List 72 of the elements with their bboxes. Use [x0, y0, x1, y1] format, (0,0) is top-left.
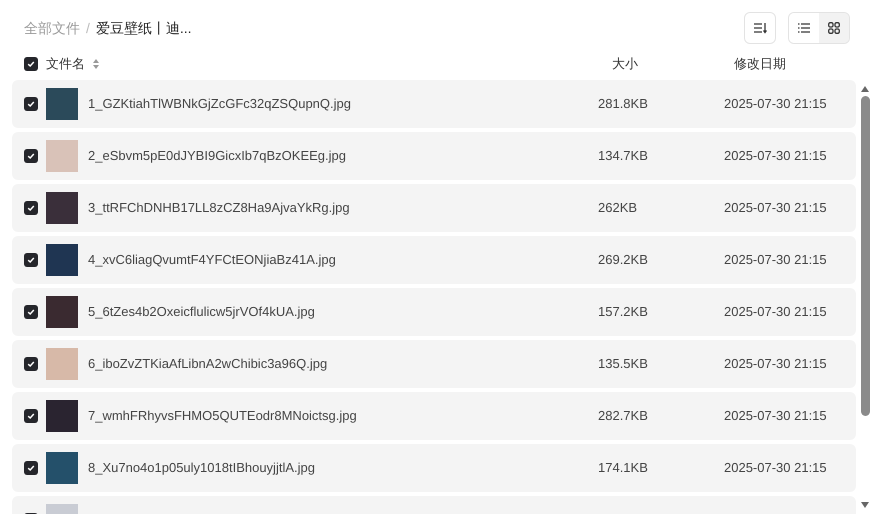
- list-icon: [798, 23, 810, 33]
- check-icon: [27, 256, 35, 264]
- modified-date: 2025-07-30 21:15: [724, 251, 827, 270]
- file-name: 5_6tZes4b2Oxeicflulicw5jrVOf4kUA.jpg: [88, 304, 315, 320]
- file-row[interactable]: 2_eSbvm5pE0dJYBI9GicxIb7qBzOKEEg.jpg 134.7KB 2025-07-30 21:15: [12, 132, 856, 180]
- modified-date: 2025-07-30 21:15: [724, 407, 827, 426]
- photo-placeholder: [46, 88, 78, 120]
- column-header[interactable]: 文件名: [46, 54, 85, 74]
- file-size: 135.5KB: [598, 356, 648, 372]
- modified-date: 2025-07-30 21:15: [724, 459, 827, 478]
- sort-icon: [753, 22, 767, 34]
- photo-placeholder: [46, 140, 78, 172]
- check-icon: [27, 412, 35, 420]
- scrollbar-thumb[interactable]: [860, 96, 870, 416]
- file-name: 2_eSbvm5pE0dJYBI9GicxIb7qBzOKEEg.jpg: [88, 148, 346, 164]
- check-icon: [27, 360, 35, 368]
- breadcrumb-separator: /: [86, 18, 90, 38]
- check-icon: [27, 204, 35, 212]
- file-row[interactable]: 5_6tZes4b2Oxeicflulicw5jrVOf4kUA.jpg 157.2KB 2025-07-30 21:15: [12, 288, 856, 336]
- modified-date: 2025-07-30 21:15: [724, 147, 827, 166]
- checkbox[interactable]: [24, 305, 38, 319]
- file-size: 174.1KB: [598, 460, 648, 476]
- scroll-down-icon: [861, 502, 869, 508]
- sort-arrows-icon: [93, 59, 99, 69]
- photo-placeholder: [46, 244, 78, 276]
- modified-date: 2025-07-30 21:15: [724, 95, 827, 114]
- checkbox[interactable]: [24, 149, 38, 163]
- file-row[interactable]: 6_iboZvZTKiaAfLibnA2wChibic3a96Q.jpg 135.5KB 2025-07-30 21:15: [12, 340, 856, 388]
- breadcrumb-link[interactable]: 爱豆壁纸丨迪...: [96, 18, 192, 38]
- file-row[interactable]: 3_ttRFChDNHB17LL8zCZ8Ha9AjvaYkRg.jpg 262KB 2025-07-30 21:15: [12, 184, 856, 232]
- photo-placeholder: [46, 296, 78, 328]
- checkbox[interactable]: [24, 461, 38, 475]
- photo-placeholder: [46, 348, 78, 380]
- file-size: 269.2KB: [598, 252, 648, 268]
- file-size: 134.7KB: [598, 148, 648, 164]
- checkbox[interactable]: [24, 57, 38, 71]
- file-name: 4_xvC6liagQvumtF4YFCtEONjiaBz41A.jpg: [88, 252, 336, 268]
- file-name: 1_GZKtiahTlWBNkGjZcGFc32qZSQupnQ.jpg: [88, 96, 351, 112]
- checkbox[interactable]: [24, 97, 38, 111]
- photo-placeholder: [46, 400, 78, 432]
- file-row[interactable]: 4_xvC6liagQvumtF4YFCtEONjiaBz41A.jpg 269.2KB 2025-07-30 21:15: [12, 236, 856, 284]
- file-row[interactable]: 7_wmhFRhyvsFHMO5QUTEodr8MNoictsg.jpg 282.7KB 2025-07-30 21:15: [12, 392, 856, 440]
- modified-date: 2025-07-30 21:15: [724, 303, 827, 322]
- sort-button[interactable]: [744, 12, 776, 44]
- check-icon: [27, 152, 35, 160]
- modified-date: 2025-07-30 21:15: [724, 199, 827, 218]
- checkbox[interactable]: [24, 201, 38, 215]
- photo-placeholder: [46, 192, 78, 224]
- file-size: 262KB: [598, 200, 638, 216]
- file-name: 7_wmhFRhyvsFHMO5QUTEodr8MNoictsg.jpg: [88, 408, 357, 424]
- check-icon: [27, 464, 35, 472]
- check-icon: [27, 60, 35, 68]
- file-size: 157.2KB: [598, 304, 648, 320]
- scroll-up-icon: [861, 86, 869, 92]
- checkbox[interactable]: [24, 253, 38, 267]
- file-name: 8_Xu7no4o1p05uly1018tIBhouyjjtlA.jpg: [88, 460, 315, 476]
- file-row[interactable]: 8_Xu7no4o1p05uly1018tIBhouyjjtlA.jpg 174.1KB 2025-07-30 21:15: [12, 444, 856, 492]
- check-icon: [27, 308, 35, 316]
- checkbox[interactable]: [24, 357, 38, 371]
- column-header[interactable]: 大小: [608, 54, 734, 74]
- file-name: 6_iboZvZTKiaAfLibnA2wChibic3a96Q.jpg: [88, 356, 328, 372]
- checkbox[interactable]: [24, 409, 38, 423]
- file-size: 281.8KB: [598, 96, 648, 112]
- grid-icon: [828, 22, 840, 34]
- file-row[interactable]: 1_GZKtiahTlWBNkGjZcGFc32qZSQupnQ.jpg 281.8KB 2025-07-30 21:15: [12, 80, 856, 128]
- column-header[interactable]: 修改日期: [734, 54, 786, 74]
- list-view-button[interactable]: [789, 13, 819, 43]
- photo-placeholder: [46, 452, 78, 484]
- modified-date: 2025-07-30 21:15: [724, 355, 827, 374]
- file-size: 282.7KB: [598, 408, 648, 424]
- file-name: 3_ttRFChDNHB17LL8zCZ8Ha9AjvaYkRg.jpg: [88, 200, 350, 216]
- check-icon: [27, 100, 35, 108]
